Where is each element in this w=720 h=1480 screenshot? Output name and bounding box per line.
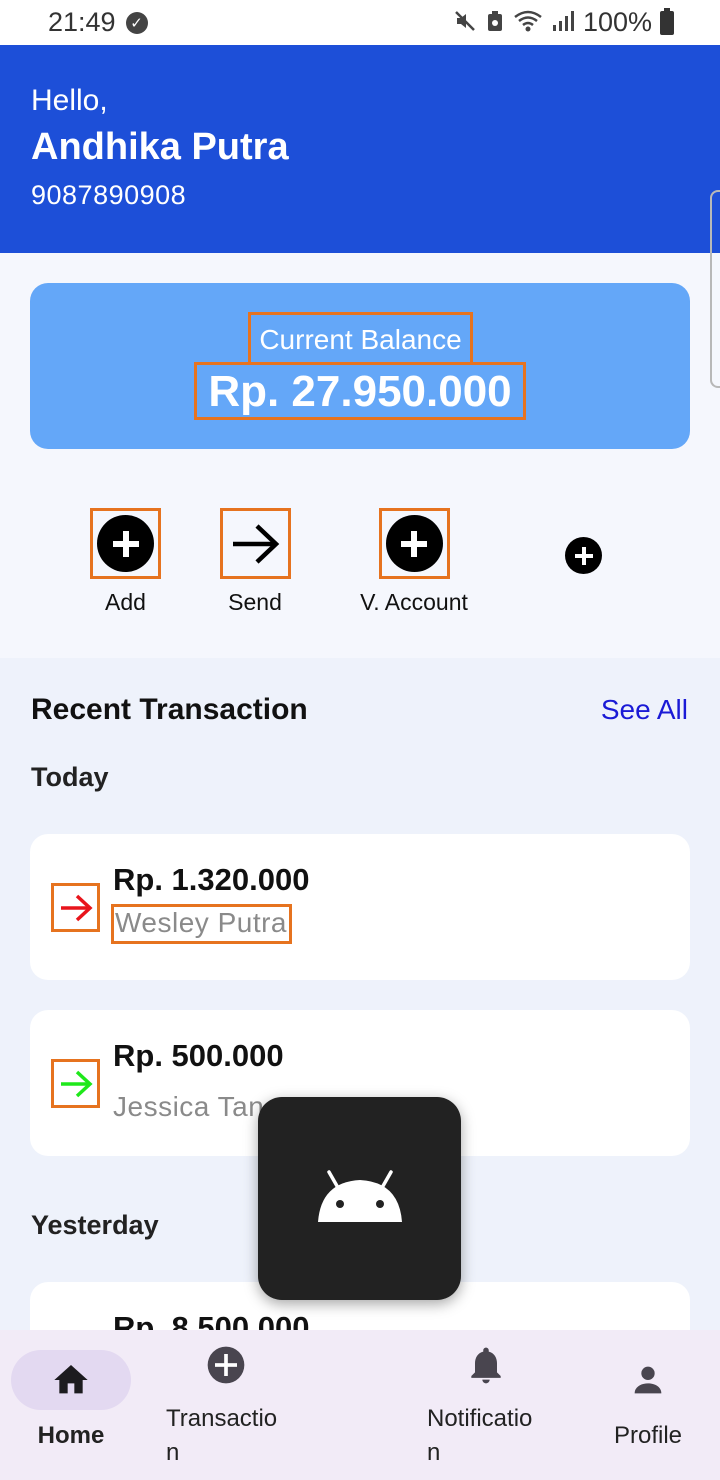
virtual-account-action-label: V. Account: [360, 589, 468, 615]
plus-circle-icon: [97, 515, 154, 572]
balance-label: Current Balance: [248, 312, 473, 364]
android-logo-icon: [317, 1169, 402, 1222]
account-number: 9087890908: [31, 180, 187, 210]
status-bar: 21:49 ✓ 100%: [0, 0, 720, 45]
home-icon: [54, 1365, 88, 1394]
arrow-right-icon: [60, 1070, 93, 1097]
balance-value: Rp. 27.950.000: [194, 362, 526, 420]
nav-notification[interactable]: Notificatio n: [420, 1343, 565, 1470]
data-saver-icon: [485, 9, 505, 37]
send-action-label: Send: [228, 589, 282, 615]
transaction-card[interactable]: Rp. 1.320.000 Wesley Putra: [30, 834, 690, 980]
recent-transaction-title: Recent Transaction: [31, 693, 308, 726]
send-action-button[interactable]: Send: [215, 508, 295, 616]
transaction-name: Jessica Tan: [113, 1091, 265, 1122]
nav-home-label: Home: [37, 1422, 105, 1449]
status-left: 21:49 ✓: [48, 7, 148, 38]
check-circle-icon: ✓: [125, 11, 148, 34]
nav-profile-label: Profile: [613, 1422, 683, 1449]
header: Hello, Andhika Putra 9087890908: [0, 45, 720, 253]
send-action-frame[interactable]: [219, 508, 291, 579]
user-name: Andhika Putra: [31, 126, 289, 168]
nav-home[interactable]: Home: [11, 1360, 131, 1453]
person-icon: [634, 1366, 662, 1394]
virtual-account-action-button[interactable]: V. Account: [340, 508, 488, 616]
status-right: 100%: [453, 7, 674, 38]
plus-circle-icon: [385, 515, 443, 572]
add-action-frame[interactable]: [90, 508, 161, 579]
scroll-handle[interactable]: [710, 190, 720, 388]
incoming-arrow-frame: [51, 1059, 100, 1108]
clock: 21:49: [48, 7, 116, 37]
battery-icon: [660, 7, 674, 35]
battery-percent: 100%: [582, 7, 652, 37]
outgoing-arrow-frame: [51, 883, 100, 932]
nav-profile[interactable]: Profile: [598, 1360, 698, 1453]
add-circle-icon: [207, 1346, 245, 1384]
signal-icon: [551, 9, 575, 37]
nav-transaction[interactable]: Transactio n: [160, 1343, 300, 1470]
more-action-button[interactable]: [565, 537, 602, 574]
arrow-right-icon: [60, 894, 93, 921]
see-all-link[interactable]: See All: [601, 694, 688, 726]
bell-icon: [470, 1347, 501, 1384]
greeting: Hello,: [31, 84, 108, 117]
transaction-amount: Rp. 1.320.000: [113, 862, 310, 897]
plus-circle-icon: [574, 546, 593, 565]
transaction-amount: Rp. 500.000: [113, 1038, 284, 1073]
transaction-name: Wesley Putra: [111, 904, 292, 944]
balance-card: Current Balance Rp. 27.950.000: [30, 283, 690, 449]
add-action-label: Add: [105, 589, 146, 615]
group-label-yesterday: Yesterday: [31, 1210, 159, 1240]
add-action-button[interactable]: Add: [88, 508, 163, 616]
virtual-account-action-frame[interactable]: [378, 508, 450, 579]
wifi-icon: [513, 9, 543, 37]
nav-notification-label: Notificatio n: [427, 1405, 533, 1466]
nav-transaction-label: Transactio n: [166, 1405, 278, 1466]
arrow-right-icon: [233, 523, 280, 564]
android-overlay: [258, 1097, 461, 1300]
mute-icon: [453, 9, 477, 37]
group-label-today: Today: [31, 762, 109, 792]
